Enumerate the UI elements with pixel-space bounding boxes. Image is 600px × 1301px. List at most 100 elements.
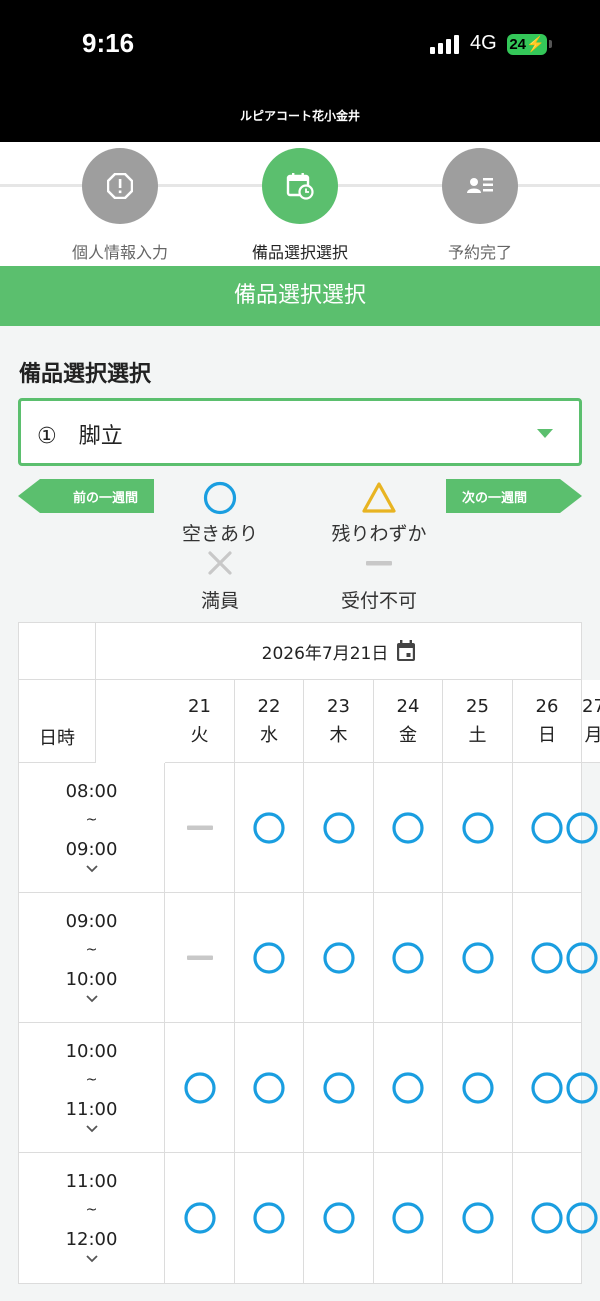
- day-header: 22 水: [235, 680, 304, 763]
- step-label: 備品選択選択: [251, 243, 348, 262]
- legend-available: 空きあり: [150, 480, 290, 546]
- page-banner: 備品選択選択: [0, 266, 600, 326]
- slot-cell[interactable]: [443, 763, 513, 893]
- slot-start: 11:00: [65, 1171, 118, 1192]
- legend-label: 満員: [200, 590, 239, 612]
- slot-start: 08:00: [65, 781, 118, 802]
- battery-tip: [549, 40, 552, 48]
- slot-separator: ~: [85, 1072, 98, 1088]
- day-header: 26 日: [513, 680, 582, 763]
- chevron-down-icon[interactable]: [85, 994, 99, 1004]
- slot-cell: [165, 893, 235, 1023]
- day-date: 27: [582, 696, 600, 717]
- time-slot-label[interactable]: 11:00 ~12:00: [19, 1153, 165, 1283]
- available-circle-icon: [322, 941, 355, 974]
- calendar-icon[interactable]: [396, 640, 416, 662]
- prev-week-label: 前の一週間: [72, 490, 138, 506]
- slot-cell[interactable]: [165, 1023, 235, 1153]
- chevron-down-icon[interactable]: [85, 864, 99, 874]
- legend-label: 残りわずか: [331, 523, 427, 545]
- slot-cell[interactable]: [374, 1023, 443, 1153]
- day-date: 22: [257, 696, 281, 717]
- chevron-down-icon[interactable]: [85, 1254, 99, 1264]
- section-title: 備品選択選択: [19, 362, 152, 387]
- slot-cell[interactable]: [235, 763, 304, 893]
- available-circle-icon: [566, 1202, 598, 1234]
- slot-cell[interactable]: [165, 1153, 235, 1283]
- slot-end: 11:00: [65, 1099, 118, 1120]
- slot-separator: ~: [85, 1202, 98, 1218]
- available-circle-icon: [461, 1202, 494, 1234]
- step-equipment-select: 備品選択選択: [210, 148, 390, 263]
- dash-icon: [366, 561, 392, 566]
- slot-cell[interactable]: [235, 1153, 304, 1283]
- prev-week-button[interactable]: 前の一週間: [18, 479, 154, 513]
- available-circle-icon: [253, 1071, 285, 1104]
- triangle-icon: [362, 482, 396, 513]
- available-circle-icon: [253, 941, 285, 974]
- time-slot-label[interactable]: 08:00 ~09:00: [19, 763, 165, 893]
- time-slot-label[interactable]: 10:00 ~11:00: [19, 1023, 165, 1153]
- available-circle-icon: [253, 811, 285, 844]
- step-label: 予約完了: [447, 243, 512, 262]
- slot-cell[interactable]: [443, 1153, 513, 1283]
- table-corner: [19, 623, 96, 680]
- available-circle-icon: [183, 1071, 216, 1104]
- available-circle-icon: [322, 1202, 355, 1234]
- slot-cell[interactable]: [374, 893, 443, 1023]
- day-date: 21: [188, 696, 211, 717]
- day-header: 23 木: [304, 680, 374, 763]
- available-circle-icon: [183, 1202, 216, 1234]
- user-card-icon: [467, 178, 493, 193]
- available-circle-icon: [566, 941, 598, 974]
- step-label: 個人情報入力: [71, 243, 168, 262]
- slot-end: 10:00: [65, 969, 118, 990]
- available-circle-icon: [392, 811, 424, 844]
- slot-cell[interactable]: [235, 1023, 304, 1153]
- legend-label: 空きあり: [181, 523, 258, 545]
- slot-cell[interactable]: [304, 893, 374, 1023]
- day-weekday: 火: [190, 725, 209, 746]
- slot-cell[interactable]: [304, 763, 374, 893]
- legend-few-left: 残りわずか: [309, 480, 449, 546]
- slot-cell[interactable]: [443, 1023, 513, 1153]
- status-bar: 9:16 4G 24⚡ ルピアコート花小金井: [0, 0, 600, 142]
- step-complete: 予約完了: [390, 148, 570, 263]
- day-date: 25: [466, 696, 489, 717]
- day-header: 25 土: [443, 680, 513, 763]
- step-personal-info: 個人情報入力: [30, 148, 210, 263]
- unavailable-dash-icon: [186, 825, 213, 830]
- date-title: 2026年7月21日: [261, 643, 389, 664]
- slot-cell[interactable]: [374, 1153, 443, 1283]
- availability-table: 2026年7月21日 日時 21 火 22 水 23 木 24 金 25 土 26 日 27 月 08:00…: [18, 622, 600, 1284]
- step-circle-active: [262, 148, 338, 224]
- next-week-label: 次の一週間: [462, 490, 528, 506]
- step-circle: [442, 148, 518, 224]
- equipment-select[interactable]: ① 脚立: [18, 398, 582, 466]
- day-weekday: 日: [538, 725, 556, 746]
- slot-cell[interactable]: [235, 893, 304, 1023]
- slot-cell[interactable]: [304, 1153, 374, 1283]
- legend-label: 受付不可: [340, 590, 417, 612]
- slot-end: 12:00: [65, 1229, 118, 1250]
- available-circle-icon: [531, 941, 563, 974]
- battery-level: 24: [509, 36, 526, 53]
- available-circle-icon: [461, 811, 494, 844]
- available-circle-icon: [322, 811, 355, 844]
- next-week-button[interactable]: 次の一週間: [446, 479, 582, 513]
- slot-cell[interactable]: [374, 763, 443, 893]
- slot-cell[interactable]: [443, 893, 513, 1023]
- available-circle-icon: [322, 1071, 355, 1104]
- equipment-select-value: ① 脚立: [37, 424, 123, 449]
- unavailable-dash-icon: [186, 955, 213, 960]
- time-slot-label[interactable]: 09:00 ~10:00: [19, 893, 165, 1023]
- day-header: 21 火: [165, 680, 235, 763]
- legend-full: 満員: [150, 548, 290, 613]
- progress-stepper: 個人情報入力 備品選択選択 予約完了: [0, 142, 600, 266]
- date-picker[interactable]: 2026年7月21日: [96, 623, 582, 680]
- day-date: 24: [396, 696, 420, 717]
- slot-cell[interactable]: [304, 1023, 374, 1153]
- available-circle-icon: [461, 1071, 494, 1104]
- chevron-down-icon[interactable]: [85, 1124, 99, 1134]
- available-circle-icon: [531, 1202, 563, 1234]
